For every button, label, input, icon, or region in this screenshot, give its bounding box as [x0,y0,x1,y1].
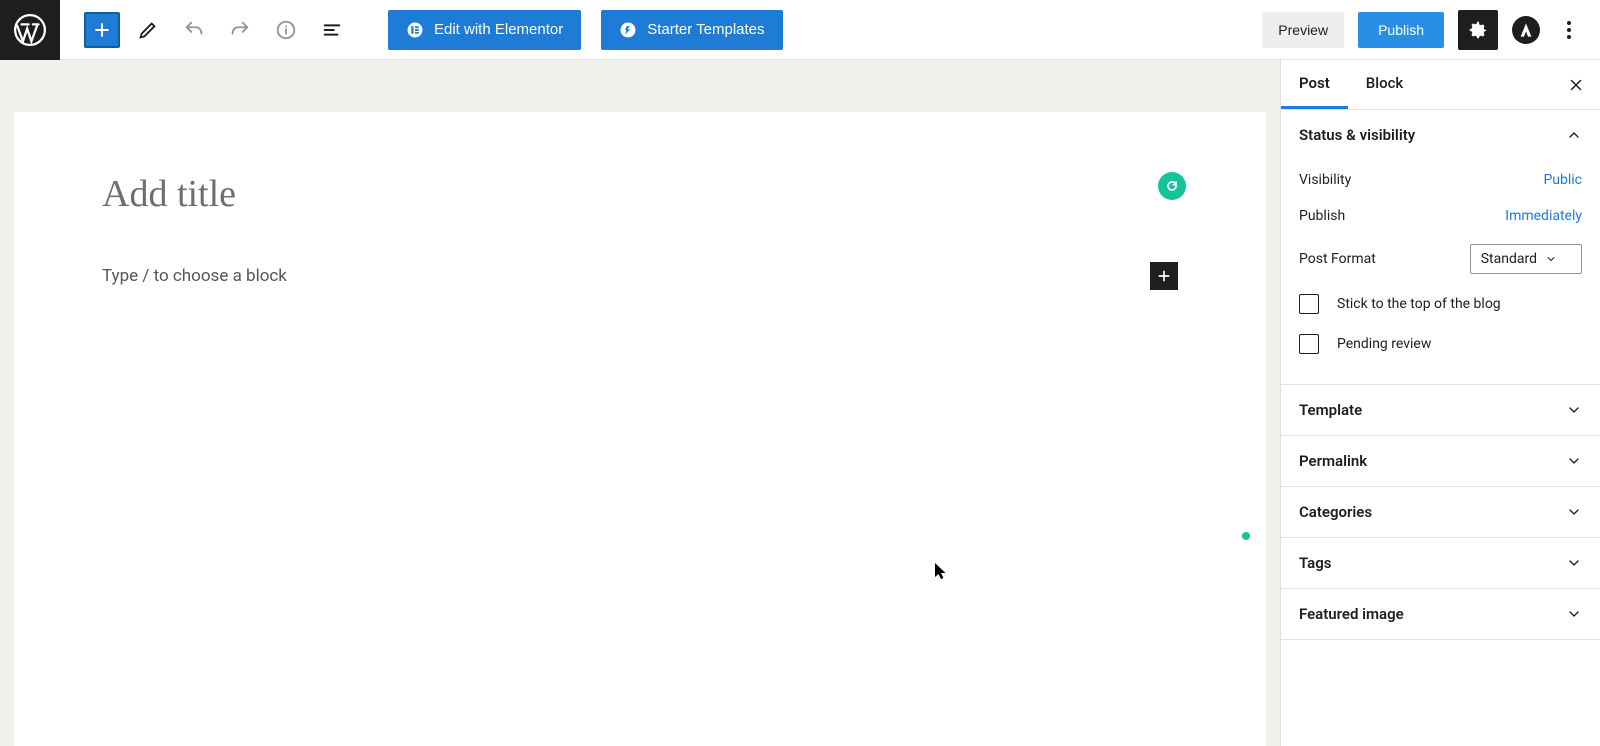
panel-permalink-title: Permalink [1299,452,1367,470]
more-options-button[interactable] [1554,12,1584,48]
grammarly-dot-icon [1242,532,1250,540]
chevron-up-icon [1566,127,1582,143]
post-title-input[interactable]: Add title [102,172,1178,216]
starter-templates-icon [619,21,637,39]
panel-featured-image-title: Featured image [1299,605,1404,623]
starter-templates-button[interactable]: Starter Templates [601,10,782,50]
stick-top-checkbox[interactable] [1299,294,1319,314]
pending-review-checkbox[interactable] [1299,334,1319,354]
panel-status-visibility-title: Status & visibility [1299,126,1415,144]
settings-button[interactable] [1458,10,1498,50]
elementor-icon [406,21,424,39]
tab-post[interactable]: Post [1281,60,1348,109]
post-format-select[interactable]: Standard [1470,244,1582,274]
kebab-icon [1567,21,1571,39]
panel-template-title: Template [1299,401,1362,419]
panel-status-visibility-header[interactable]: Status & visibility [1281,110,1600,160]
panel-template-header[interactable]: Template [1281,385,1600,435]
publish-value[interactable]: Immediately [1505,208,1582,224]
publish-label: Publish [1299,208,1345,224]
pending-review-label: Pending review [1337,336,1431,352]
panel-tags-header[interactable]: Tags [1281,538,1600,588]
post-format-value: Standard [1481,251,1537,267]
tab-block[interactable]: Block [1348,60,1421,109]
chevron-down-icon [1566,606,1582,622]
close-icon [1567,76,1585,94]
visibility-label: Visibility [1299,172,1351,188]
add-block-button[interactable] [84,12,120,48]
chevron-down-icon [1545,253,1557,265]
chevron-down-icon [1566,402,1582,418]
block-placeholder-text[interactable]: Type / to choose a block [102,266,287,286]
astra-icon[interactable] [1512,16,1540,44]
visibility-value[interactable]: Public [1543,172,1582,188]
cursor-icon [934,562,948,580]
panel-tags-title: Tags [1299,554,1332,572]
redo-icon[interactable] [222,12,258,48]
grammarly-icon[interactable] [1158,172,1186,200]
undo-icon[interactable] [176,12,212,48]
edit-with-elementor-label: Edit with Elementor [434,21,563,38]
preview-button[interactable]: Preview [1262,12,1344,48]
post-format-label: Post Format [1299,251,1376,267]
panel-categories-header[interactable]: Categories [1281,487,1600,537]
gear-icon [1467,19,1489,41]
info-icon[interactable] [268,12,304,48]
edit-with-elementor-button[interactable]: Edit with Elementor [388,10,581,50]
editor-canvas-wrap: Add title Type / to choose a block [0,60,1280,746]
panel-permalink-header[interactable]: Permalink [1281,436,1600,486]
panel-featured-image-header[interactable]: Featured image [1281,589,1600,639]
publish-button[interactable]: Publish [1358,12,1444,48]
chevron-down-icon [1566,504,1582,520]
chevron-down-icon [1566,453,1582,469]
chevron-down-icon [1566,555,1582,571]
list-view-icon[interactable] [314,12,350,48]
close-sidebar-button[interactable] [1556,60,1596,109]
inline-add-block-button[interactable] [1150,262,1178,290]
stick-top-label: Stick to the top of the blog [1337,296,1501,312]
edit-tool-icon[interactable] [130,12,166,48]
panel-categories-title: Categories [1299,503,1372,521]
starter-templates-label: Starter Templates [647,21,764,38]
wordpress-logo[interactable] [0,0,60,60]
